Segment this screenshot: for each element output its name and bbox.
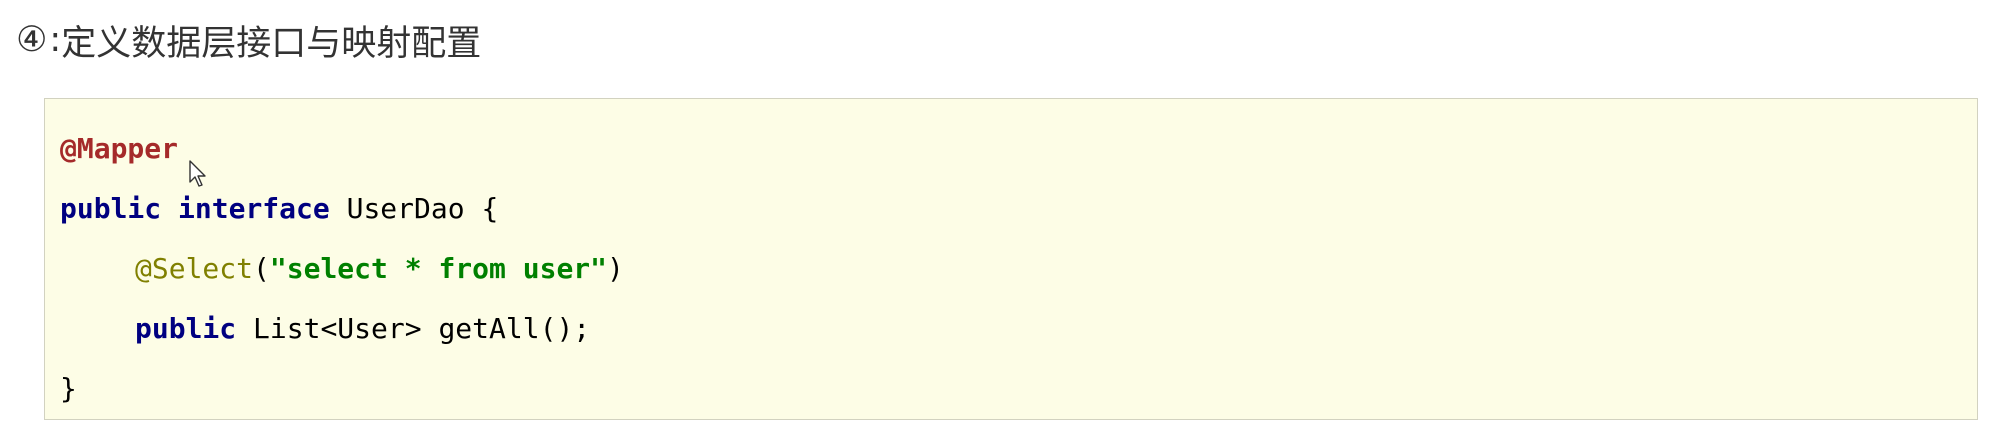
section-heading: ④ : 定义数据层接口与映射配置 (16, 12, 481, 68)
interface-name: UserDao { (346, 192, 499, 225)
heading-text: 定义数据层接口与映射配置 (61, 23, 482, 64)
code-block: @Mapper public interface UserDao { @Sele… (44, 98, 1978, 420)
open-paren: ( (253, 252, 270, 285)
close-paren: ) (607, 252, 624, 285)
method-signature: List<User> getAll(); (253, 312, 591, 345)
keyword-interface: interface (178, 192, 330, 225)
sql-string: "select * from user" (269, 252, 608, 285)
code-line-3: @Select("select * from user") (60, 239, 1977, 299)
heading-separator: : (49, 20, 62, 60)
keyword-public: public (60, 192, 162, 225)
mapper-annotation: @Mapper (60, 132, 179, 165)
keyword-public: public (135, 312, 237, 345)
circled-number-marker: ④ (16, 20, 48, 60)
mouse-pointer-icon (189, 160, 206, 187)
code-line-2: public interface UserDao { (60, 179, 1977, 239)
select-annotation: @Select (135, 252, 254, 285)
closing-brace: } (60, 372, 77, 405)
code-line-4: public List<User> getAll(); (60, 299, 1977, 359)
code-line-5: } (60, 359, 1977, 419)
code-line-1: @Mapper (60, 119, 1977, 179)
